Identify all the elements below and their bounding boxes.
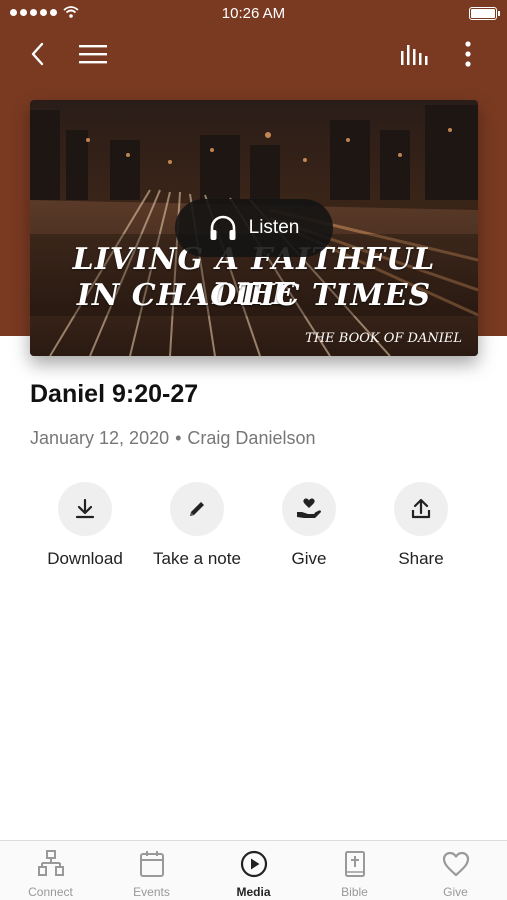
pencil-icon xyxy=(190,502,204,516)
sermon-date: January 12, 2020 xyxy=(30,428,170,448)
sermon-speaker: Craig Danielson xyxy=(187,428,316,448)
headphones-icon xyxy=(210,215,236,240)
equalizer-icon xyxy=(401,45,428,65)
tab-media-label: Media xyxy=(236,885,271,899)
cover-title-line2: IN CHAOTIC TIMES xyxy=(76,278,432,313)
take-note-circle xyxy=(170,482,224,536)
share-icon xyxy=(411,498,431,519)
heart-icon xyxy=(442,851,469,877)
tab-connect[interactable]: Connect xyxy=(0,849,101,899)
tab-give[interactable]: Give xyxy=(405,849,506,899)
tab-events-label: Events xyxy=(133,885,170,899)
download-label: Download xyxy=(47,549,123,568)
download-button[interactable]: Download xyxy=(29,482,141,569)
share-button[interactable]: Share xyxy=(365,482,477,569)
chevron-left-icon xyxy=(31,42,44,66)
more-button[interactable] xyxy=(450,36,486,72)
battery-icon xyxy=(469,7,500,20)
meta-separator: • xyxy=(175,428,182,448)
connect-icon xyxy=(37,850,64,876)
more-vertical-icon xyxy=(465,41,471,67)
hand-heart-icon xyxy=(297,498,321,518)
download-circle xyxy=(58,482,112,536)
sermon-title: Daniel 9:20-27 xyxy=(30,380,199,408)
give-label: Give xyxy=(291,549,327,568)
back-button[interactable] xyxy=(20,36,56,72)
tab-media[interactable]: Media xyxy=(203,849,304,899)
status-time: 10:26 AM xyxy=(221,5,286,22)
give-circle xyxy=(282,482,336,536)
audio-button[interactable] xyxy=(397,36,433,72)
share-label: Share xyxy=(398,549,444,568)
take-note-button[interactable]: Take a note xyxy=(141,482,253,569)
listen-label: Listen xyxy=(248,217,300,238)
nav-bar xyxy=(0,32,507,76)
tab-connect-label: Connect xyxy=(28,885,73,899)
play-circle-icon xyxy=(240,850,267,878)
hamburger-icon xyxy=(79,45,107,64)
take-note-label: Take a note xyxy=(153,549,241,568)
sermon-meta: January 12, 2020 • Craig Danielson xyxy=(30,428,316,449)
status-bar: 10:26 AM xyxy=(0,0,507,28)
calendar-icon xyxy=(139,851,164,877)
tab-bible-label: Bible xyxy=(341,885,368,899)
listen-button[interactable]: Listen xyxy=(175,199,333,257)
bible-icon xyxy=(344,851,365,877)
tab-bar: Connect Events Media Bible Give xyxy=(0,840,507,900)
share-circle xyxy=(394,482,448,536)
give-button[interactable]: Give xyxy=(253,482,365,569)
cover-series-name: THE BOOK OF DANIEL xyxy=(305,331,462,346)
tab-bible[interactable]: Bible xyxy=(304,849,405,899)
tab-events[interactable]: Events xyxy=(101,849,202,899)
menu-button[interactable] xyxy=(75,36,111,72)
tab-give-label: Give xyxy=(443,885,468,899)
download-icon xyxy=(75,498,95,519)
